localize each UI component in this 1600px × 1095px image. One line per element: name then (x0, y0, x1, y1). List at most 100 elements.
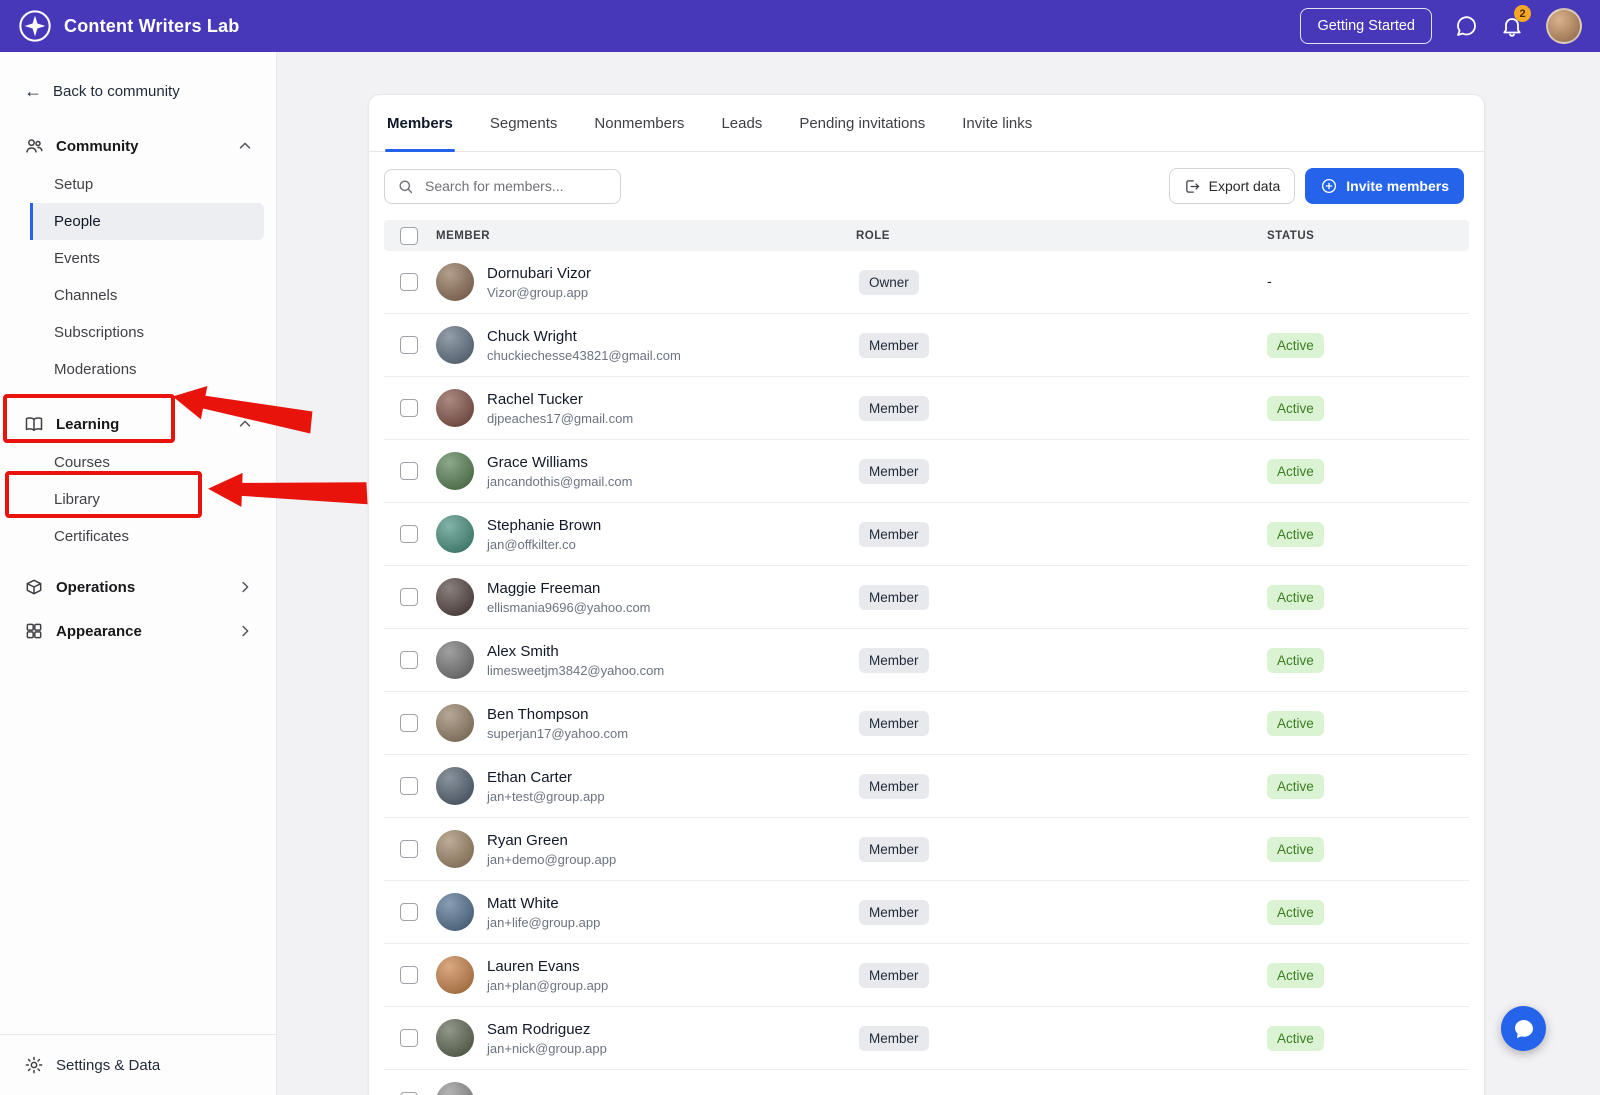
avatar (436, 389, 474, 427)
avatar (436, 452, 474, 490)
search-input[interactable] (423, 177, 608, 195)
tab-nonmembers[interactable]: Nonmembers (592, 95, 686, 151)
status-badge: Active (1267, 711, 1324, 736)
sidebar-item-channels[interactable]: Channels (0, 277, 276, 314)
member-name: Matt White (487, 894, 600, 913)
sidebar-item-people[interactable]: People (30, 203, 264, 240)
status-badge: Active (1267, 900, 1324, 925)
member-search[interactable] (384, 169, 621, 204)
row-checkbox[interactable] (400, 336, 418, 354)
sidebar-item-certificates[interactable]: Certificates (0, 518, 276, 555)
tab-invite-links[interactable]: Invite links (960, 95, 1034, 151)
role-badge: Owner (859, 270, 919, 295)
member-name: Alex Smith (487, 642, 664, 661)
table-row: Lauren Evansjan+plan@group.appMemberActi… (384, 944, 1469, 1007)
role-badge: Member (859, 396, 929, 421)
avatar (436, 1019, 474, 1057)
plus-circle-icon (1320, 177, 1338, 195)
table-row: Rachel Tuckerdjpeaches17@gmail.comMember… (384, 377, 1469, 440)
export-icon (1184, 178, 1201, 195)
search-icon (397, 178, 414, 195)
back-to-community-link[interactable]: ← Back to community (24, 82, 252, 100)
row-checkbox[interactable] (400, 714, 418, 732)
sidebar-section-learning[interactable]: Learning (0, 404, 276, 444)
role-badge: Member (859, 837, 929, 862)
table-row: Ben Thompsonsuperjan17@yahoo.comMemberAc… (384, 692, 1469, 755)
sidebar-item-library[interactable]: Library (0, 481, 276, 518)
sidebar-section-operations[interactable]: Operations (0, 567, 276, 607)
sidebar-item-moderations[interactable]: Moderations (0, 351, 276, 388)
avatar (436, 578, 474, 616)
invite-members-button[interactable]: Invite members (1305, 168, 1464, 204)
settings-and-data-link[interactable]: Settings & Data (0, 1034, 276, 1095)
avatar (436, 263, 474, 301)
sidebar-item-courses[interactable]: Courses (0, 444, 276, 481)
status-badge: Active (1267, 459, 1324, 484)
row-checkbox[interactable] (400, 966, 418, 984)
back-to-community-label: Back to community (53, 83, 180, 100)
member-email: djpeaches17@gmail.com (487, 410, 633, 427)
learning-section-label: Learning (56, 416, 119, 433)
getting-started-button[interactable]: Getting Started (1300, 8, 1432, 44)
sidebar-item-subscriptions[interactable]: Subscriptions (0, 314, 276, 351)
top-navigation-bar: Content Writers Lab Getting Started 2 (0, 0, 1600, 52)
avatar (436, 956, 474, 994)
select-all-checkbox[interactable] (400, 227, 418, 245)
sidebar-item-events[interactable]: Events (0, 240, 276, 277)
sidebar-section-appearance[interactable]: Appearance (0, 611, 276, 651)
row-checkbox[interactable] (400, 525, 418, 543)
learning-items: CoursesLibraryCertificates (0, 444, 276, 555)
member-email: limesweetjm3842@yahoo.com (487, 662, 664, 679)
row-checkbox[interactable] (400, 840, 418, 858)
avatar (436, 1082, 474, 1095)
row-checkbox[interactable] (400, 651, 418, 669)
status-badge: Active (1267, 837, 1324, 862)
operations-box-icon (24, 577, 44, 597)
table-row: Grace Williamsjancandothis@gmail.comMemb… (384, 440, 1469, 503)
chat-launcher-button[interactable] (1501, 1006, 1546, 1051)
notifications-bell-icon[interactable]: 2 (1500, 14, 1524, 38)
avatar (436, 767, 474, 805)
app-title: Content Writers Lab (64, 16, 239, 37)
status-badge: Active (1267, 963, 1324, 988)
role-badge: Member (859, 774, 929, 799)
screen: Content Writers Lab Getting Started 2 ← … (0, 0, 1600, 1095)
learning-book-icon (24, 414, 44, 434)
member-email: jan@offkilter.co (487, 536, 601, 553)
role-badge: Member (859, 963, 929, 988)
row-checkbox[interactable] (400, 588, 418, 606)
member-name: Grace Williams (487, 453, 632, 472)
sidebar-section-community[interactable]: Community (0, 126, 276, 166)
row-checkbox[interactable] (400, 1029, 418, 1047)
member-email: jan+test@group.app (487, 788, 605, 805)
tab-segments[interactable]: Segments (488, 95, 560, 151)
member-name: Sam Rodriguez (487, 1020, 607, 1039)
toolbar: Export data Invite members (369, 152, 1484, 220)
tab-pending-invitations[interactable]: Pending invitations (797, 95, 927, 151)
status-badge: Active (1267, 522, 1324, 547)
member-email: superjan17@yahoo.com (487, 725, 628, 742)
row-checkbox[interactable] (400, 399, 418, 417)
invite-members-label: Invite members (1346, 178, 1449, 194)
role-badge: Member (859, 711, 929, 736)
column-header-role: ROLE (856, 230, 1259, 242)
chat-bubble-icon (1512, 1017, 1536, 1041)
tab-members[interactable]: Members (385, 95, 455, 151)
table-header-row: MEMBER ROLE STATUS (384, 220, 1469, 251)
row-checkbox[interactable] (400, 903, 418, 921)
chevron-right-icon (236, 578, 254, 596)
tab-leads[interactable]: Leads (719, 95, 764, 151)
table-row: Sam Rodriguezjan+nick@group.appMemberAct… (384, 1007, 1469, 1070)
user-avatar[interactable] (1546, 8, 1582, 44)
avatar (436, 830, 474, 868)
community-section-label: Community (56, 138, 139, 155)
member-name: Dornubari Vizor (487, 264, 591, 283)
member-email: jancandothis@gmail.com (487, 473, 632, 490)
member-name: Maggie Freeman (487, 579, 651, 598)
export-data-button[interactable]: Export data (1169, 168, 1296, 204)
row-checkbox[interactable] (400, 273, 418, 291)
row-checkbox[interactable] (400, 777, 418, 795)
messages-icon[interactable] (1454, 14, 1478, 38)
sidebar-item-setup[interactable]: Setup (0, 166, 276, 203)
row-checkbox[interactable] (400, 462, 418, 480)
